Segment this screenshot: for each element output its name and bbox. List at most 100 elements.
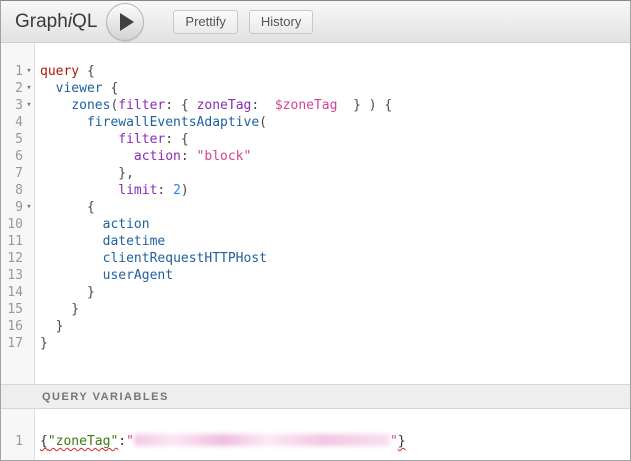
code-line: 7 },: [1, 165, 630, 182]
gutter-cell: 1: [1, 433, 35, 450]
line-number: 9: [1, 199, 23, 216]
fold-gutter-spacer: [23, 267, 35, 284]
code-line-content: filter: {: [35, 131, 189, 148]
code-line: 2▾ viewer {: [1, 80, 630, 97]
code-token: [40, 132, 118, 147]
code-line-content: clientRequestHTTPHost: [35, 250, 267, 267]
gutter-cell: 16: [1, 318, 35, 335]
code-line: 16 }: [1, 318, 630, 335]
query-code-area: 1▾query {2▾ viewer {3▾ zones(filter: { z…: [1, 43, 630, 352]
query-editor[interactable]: 1▾query {2▾ viewer {3▾ zones(filter: { z…: [1, 43, 630, 384]
code-token: {: [40, 200, 95, 215]
line-number: 5: [1, 131, 23, 148]
fold-gutter-spacer: [23, 114, 35, 131]
gutter-cell: 7: [1, 165, 35, 182]
line-number: 14: [1, 284, 23, 301]
code-line-content: }: [35, 284, 95, 301]
code-line: 5 filter: {: [1, 131, 630, 148]
gutter-cell: 15: [1, 301, 35, 318]
fold-gutter-spacer: [23, 301, 35, 318]
gutter-cell: 8: [1, 182, 35, 199]
code-token: {: [40, 434, 48, 449]
code-token: {: [103, 81, 119, 96]
execute-query-button[interactable]: [106, 3, 144, 41]
code-token: viewer: [56, 81, 103, 96]
code-token: :: [157, 183, 173, 198]
gutter-cell: 6: [1, 148, 35, 165]
fold-gutter-spacer: [23, 433, 35, 450]
code-line: 10 action: [1, 216, 630, 233]
variables-code-area: 1{"zoneTag":""}: [1, 409, 630, 450]
code-token: }: [40, 302, 79, 317]
code-token: clientRequestHTTPHost: [103, 251, 267, 266]
code-line-content: viewer {: [35, 80, 118, 97]
gutter-cell: 1▾: [1, 63, 35, 80]
code-token: "block": [197, 149, 252, 164]
fold-arrow-icon[interactable]: ▾: [23, 80, 35, 97]
code-line: 15 }: [1, 301, 630, 318]
variables-editor[interactable]: 1{"zoneTag":""}: [1, 409, 630, 460]
code-token: [40, 251, 103, 266]
code-token: limit: [118, 183, 157, 198]
line-number: 17: [1, 335, 23, 352]
gutter-cell: 17: [1, 335, 35, 352]
app-logo: GraphiQL: [15, 11, 97, 33]
code-line-content: firewallEventsAdaptive(: [35, 114, 267, 131]
fold-arrow-icon[interactable]: ▾: [23, 63, 35, 80]
code-token: ": [126, 434, 134, 449]
code-line-content: datetime: [35, 233, 165, 250]
code-line: 6 action: "block": [1, 148, 630, 165]
code-line-content: },: [35, 165, 134, 182]
fold-arrow-icon[interactable]: ▾: [23, 199, 35, 216]
fold-gutter-spacer: [23, 284, 35, 301]
code-line: 14 }: [1, 284, 630, 301]
line-number: 11: [1, 233, 23, 250]
code-line: 9▾ {: [1, 199, 630, 216]
line-number: 1: [1, 63, 23, 80]
variables-title-bar[interactable]: QUERY VARIABLES: [1, 384, 630, 409]
code-line-content: action: "block": [35, 148, 251, 165]
code-line-content: query {: [35, 63, 95, 80]
line-number: 8: [1, 182, 23, 199]
logo-part-ql: QL: [72, 11, 97, 32]
code-token: : {: [165, 132, 188, 147]
gutter-cell: 5: [1, 131, 35, 148]
code-token: [40, 115, 87, 130]
code-token: ": [390, 434, 398, 449]
code-token: :: [251, 98, 274, 113]
gutter-cell: 13: [1, 267, 35, 284]
code-line: 11 datetime: [1, 233, 630, 250]
code-token: [40, 183, 118, 198]
fold-gutter-spacer: [23, 318, 35, 335]
line-number: 7: [1, 165, 23, 182]
code-token: [40, 81, 56, 96]
code-token: :: [118, 434, 126, 449]
code-token: zoneTag: [197, 98, 252, 113]
logo-part-graph: Graph: [15, 11, 68, 32]
code-line: 12 clientRequestHTTPHost: [1, 250, 630, 267]
code-token: },: [40, 166, 134, 181]
code-line: 4 firewallEventsAdaptive(: [1, 114, 630, 131]
gutter-cell: 3▾: [1, 97, 35, 114]
prettify-button[interactable]: Prettify: [173, 10, 237, 34]
code-token: }: [398, 434, 406, 449]
fold-gutter-spacer: [23, 250, 35, 267]
code-line: 1{"zoneTag":""}: [1, 433, 630, 450]
code-line-content: userAgent: [35, 267, 173, 284]
code-token: zones: [71, 98, 110, 113]
variables-title-label: QUERY VARIABLES: [42, 391, 169, 403]
code-line-content: {: [35, 199, 95, 216]
gutter-cell: 14: [1, 284, 35, 301]
code-line: 3▾ zones(filter: { zoneTag: $zoneTag } )…: [1, 97, 630, 114]
code-token: filter: [118, 132, 165, 147]
code-token: action: [134, 149, 181, 164]
gutter-cell: 9▾: [1, 199, 35, 216]
fold-arrow-icon[interactable]: ▾: [23, 97, 35, 114]
code-token: userAgent: [103, 268, 173, 283]
code-line-content: }: [35, 301, 79, 318]
fold-gutter-spacer: [23, 216, 35, 233]
code-token: {: [79, 64, 95, 79]
history-button[interactable]: History: [249, 10, 313, 34]
code-token: }: [40, 285, 95, 300]
line-number: 2: [1, 80, 23, 97]
